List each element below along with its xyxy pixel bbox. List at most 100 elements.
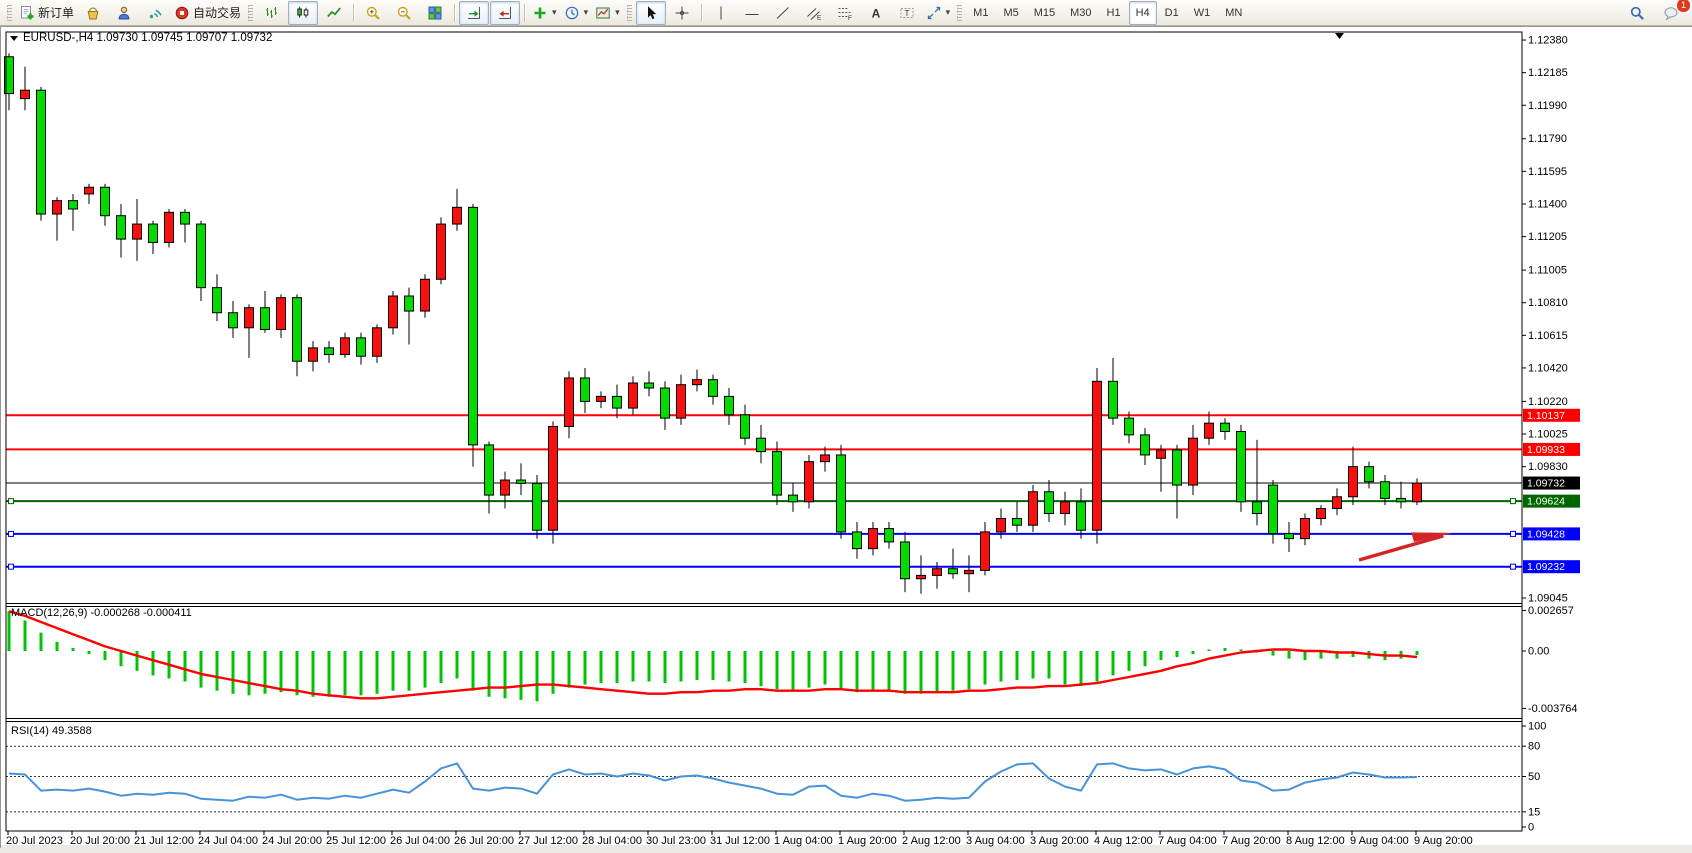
bucket-icon xyxy=(85,5,101,21)
tile-windows-button[interactable] xyxy=(420,1,450,25)
timeframe-button-m5[interactable]: M5 xyxy=(996,1,1025,25)
zoom-in-button[interactable] xyxy=(358,1,388,25)
svg-text:F: F xyxy=(848,15,852,21)
svg-text:80: 80 xyxy=(1528,741,1540,753)
timeframe-button-m15[interactable]: M15 xyxy=(1027,1,1062,25)
indicators-button[interactable]: ▾ xyxy=(529,1,560,25)
new-order-button[interactable]: 新订单 xyxy=(16,1,77,25)
chart-window: 1.123801.121851.119901.117901.115951.114… xyxy=(0,26,1692,848)
toolbar-group: E F A T ▾ xyxy=(706,1,954,25)
toolbar-separator xyxy=(701,4,702,22)
fibonacci-button[interactable]: F xyxy=(830,1,860,25)
templates-button[interactable]: ▾ xyxy=(592,1,623,25)
autotrade-icon xyxy=(174,5,190,21)
candle xyxy=(805,455,814,509)
vertical-line-button[interactable] xyxy=(706,1,736,25)
timeframe-button-m1[interactable]: M1 xyxy=(966,1,995,25)
svg-text:21 Jul 12:00: 21 Jul 12:00 xyxy=(134,835,194,847)
toolbar-grip xyxy=(248,5,253,21)
template-icon xyxy=(595,5,611,21)
zoomout-icon xyxy=(396,5,412,21)
svg-text:1.09732: 1.09732 xyxy=(1527,478,1565,490)
candle xyxy=(1093,368,1102,544)
candle xyxy=(469,204,478,467)
toolbar-grip xyxy=(957,5,962,21)
svg-text:0.00: 0.00 xyxy=(1528,646,1549,658)
candlestick-chart-button[interactable] xyxy=(288,1,318,25)
trendline-button[interactable] xyxy=(768,1,798,25)
labelT-icon: T xyxy=(899,5,915,21)
candle xyxy=(1237,425,1246,512)
timeframe-button-h1[interactable]: H1 xyxy=(1100,1,1128,25)
chevron-down-icon: ▾ xyxy=(584,7,589,18)
svg-text:0: 0 xyxy=(1528,822,1534,834)
svg-text:EURUSD-,H4 1.09730 1.09745 1.: EURUSD-,H4 1.09730 1.09745 1.09707 1.097… xyxy=(23,32,272,44)
svg-text:E: E xyxy=(817,14,822,21)
toolbar-separator xyxy=(524,4,525,22)
svg-text:1 Aug 20:00: 1 Aug 20:00 xyxy=(838,835,897,847)
svg-text:1.11205: 1.11205 xyxy=(1528,231,1567,243)
hline-icon xyxy=(744,5,760,21)
svg-text:26 Jul 04:00: 26 Jul 04:00 xyxy=(390,835,450,847)
rsi-label: RSI(14) 49.3588 xyxy=(11,725,92,737)
timeframe-button-d1[interactable]: D1 xyxy=(1158,1,1186,25)
linechart-icon xyxy=(326,5,342,21)
crosshair-button[interactable] xyxy=(667,1,697,25)
periods-button[interactable]: ▾ xyxy=(561,1,592,25)
trend-icon xyxy=(775,5,791,21)
svg-text:1.11400: 1.11400 xyxy=(1528,198,1567,210)
toolbar-group: 新订单 自动交易 xyxy=(16,1,244,25)
chevron-down-icon: ▾ xyxy=(615,7,620,18)
cursor-button[interactable] xyxy=(636,1,666,25)
toolbar-group xyxy=(636,1,697,25)
svg-text:1.10420: 1.10420 xyxy=(1528,362,1568,374)
svg-text:7 Aug 20:00: 7 Aug 20:00 xyxy=(1222,835,1281,847)
toolbar-grip xyxy=(627,5,632,21)
svg-text:1.11790: 1.11790 xyxy=(1528,133,1567,145)
toolbar-group: ▾ ▾ ▾ xyxy=(529,1,623,25)
arrows-tool-button[interactable]: ▾ xyxy=(923,1,954,25)
svg-text:20 Jul 20:00: 20 Jul 20:00 xyxy=(70,835,130,847)
main-toolbar: 新订单 自动交易 ▾ ▾ ▾ E F A T ▾ M1M5M15M30H1H4D1W1MN 1 xyxy=(0,0,1692,26)
chart-shift-button[interactable] xyxy=(490,1,520,25)
vline-icon xyxy=(713,5,729,21)
notifications-button[interactable]: 1 xyxy=(1656,1,1686,25)
svg-text:T: T xyxy=(904,9,909,18)
svg-text:30 Jul 23:00: 30 Jul 23:00 xyxy=(646,835,706,847)
svg-text:15: 15 xyxy=(1528,806,1540,818)
styles-bucket-button[interactable] xyxy=(78,1,108,25)
text-label-button[interactable]: T xyxy=(892,1,922,25)
equidistant-channel-button[interactable]: E xyxy=(799,1,829,25)
search-button[interactable] xyxy=(1622,1,1652,25)
svg-text:1.10137: 1.10137 xyxy=(1527,410,1565,422)
line-chart-button[interactable] xyxy=(319,1,349,25)
svg-text:50: 50 xyxy=(1528,771,1540,783)
auto-scroll-button[interactable] xyxy=(459,1,489,25)
notification-badge: 1 xyxy=(1676,0,1691,13)
svg-text:1 Aug 04:00: 1 Aug 04:00 xyxy=(774,835,833,847)
svg-text:24 Jul 04:00: 24 Jul 04:00 xyxy=(198,835,258,847)
auto-trading-button[interactable]: 自动交易 xyxy=(171,1,244,25)
svg-text:26 Jul 20:00: 26 Jul 20:00 xyxy=(454,835,514,847)
timeframe-button-mn[interactable]: MN xyxy=(1218,1,1249,25)
chart-canvas[interactable]: 1.123801.121851.119901.117901.115951.114… xyxy=(1,27,1692,849)
docplus-icon xyxy=(19,5,35,21)
bar-chart-button[interactable] xyxy=(257,1,287,25)
signal-button[interactable] xyxy=(140,1,170,25)
zoom-out-button[interactable] xyxy=(389,1,419,25)
timeframe-button-w1[interactable]: W1 xyxy=(1187,1,1218,25)
toolbar-separator xyxy=(353,4,354,22)
svg-text:1.12380: 1.12380 xyxy=(1528,35,1568,47)
profile-button[interactable] xyxy=(109,1,139,25)
svg-text:2 Aug 12:00: 2 Aug 12:00 xyxy=(902,835,961,847)
toolbar-group xyxy=(459,1,520,25)
text-button[interactable]: A xyxy=(861,1,891,25)
candle xyxy=(437,217,446,284)
toolbar-group xyxy=(257,1,349,25)
indicators-icon xyxy=(532,5,548,21)
horizontal-line-button[interactable] xyxy=(737,1,767,25)
timeframe-button-m30[interactable]: M30 xyxy=(1063,1,1098,25)
svg-text:1.11005: 1.11005 xyxy=(1528,265,1567,277)
new-order-button-label: 新订单 xyxy=(38,4,74,21)
timeframe-button-h4[interactable]: H4 xyxy=(1129,1,1157,25)
